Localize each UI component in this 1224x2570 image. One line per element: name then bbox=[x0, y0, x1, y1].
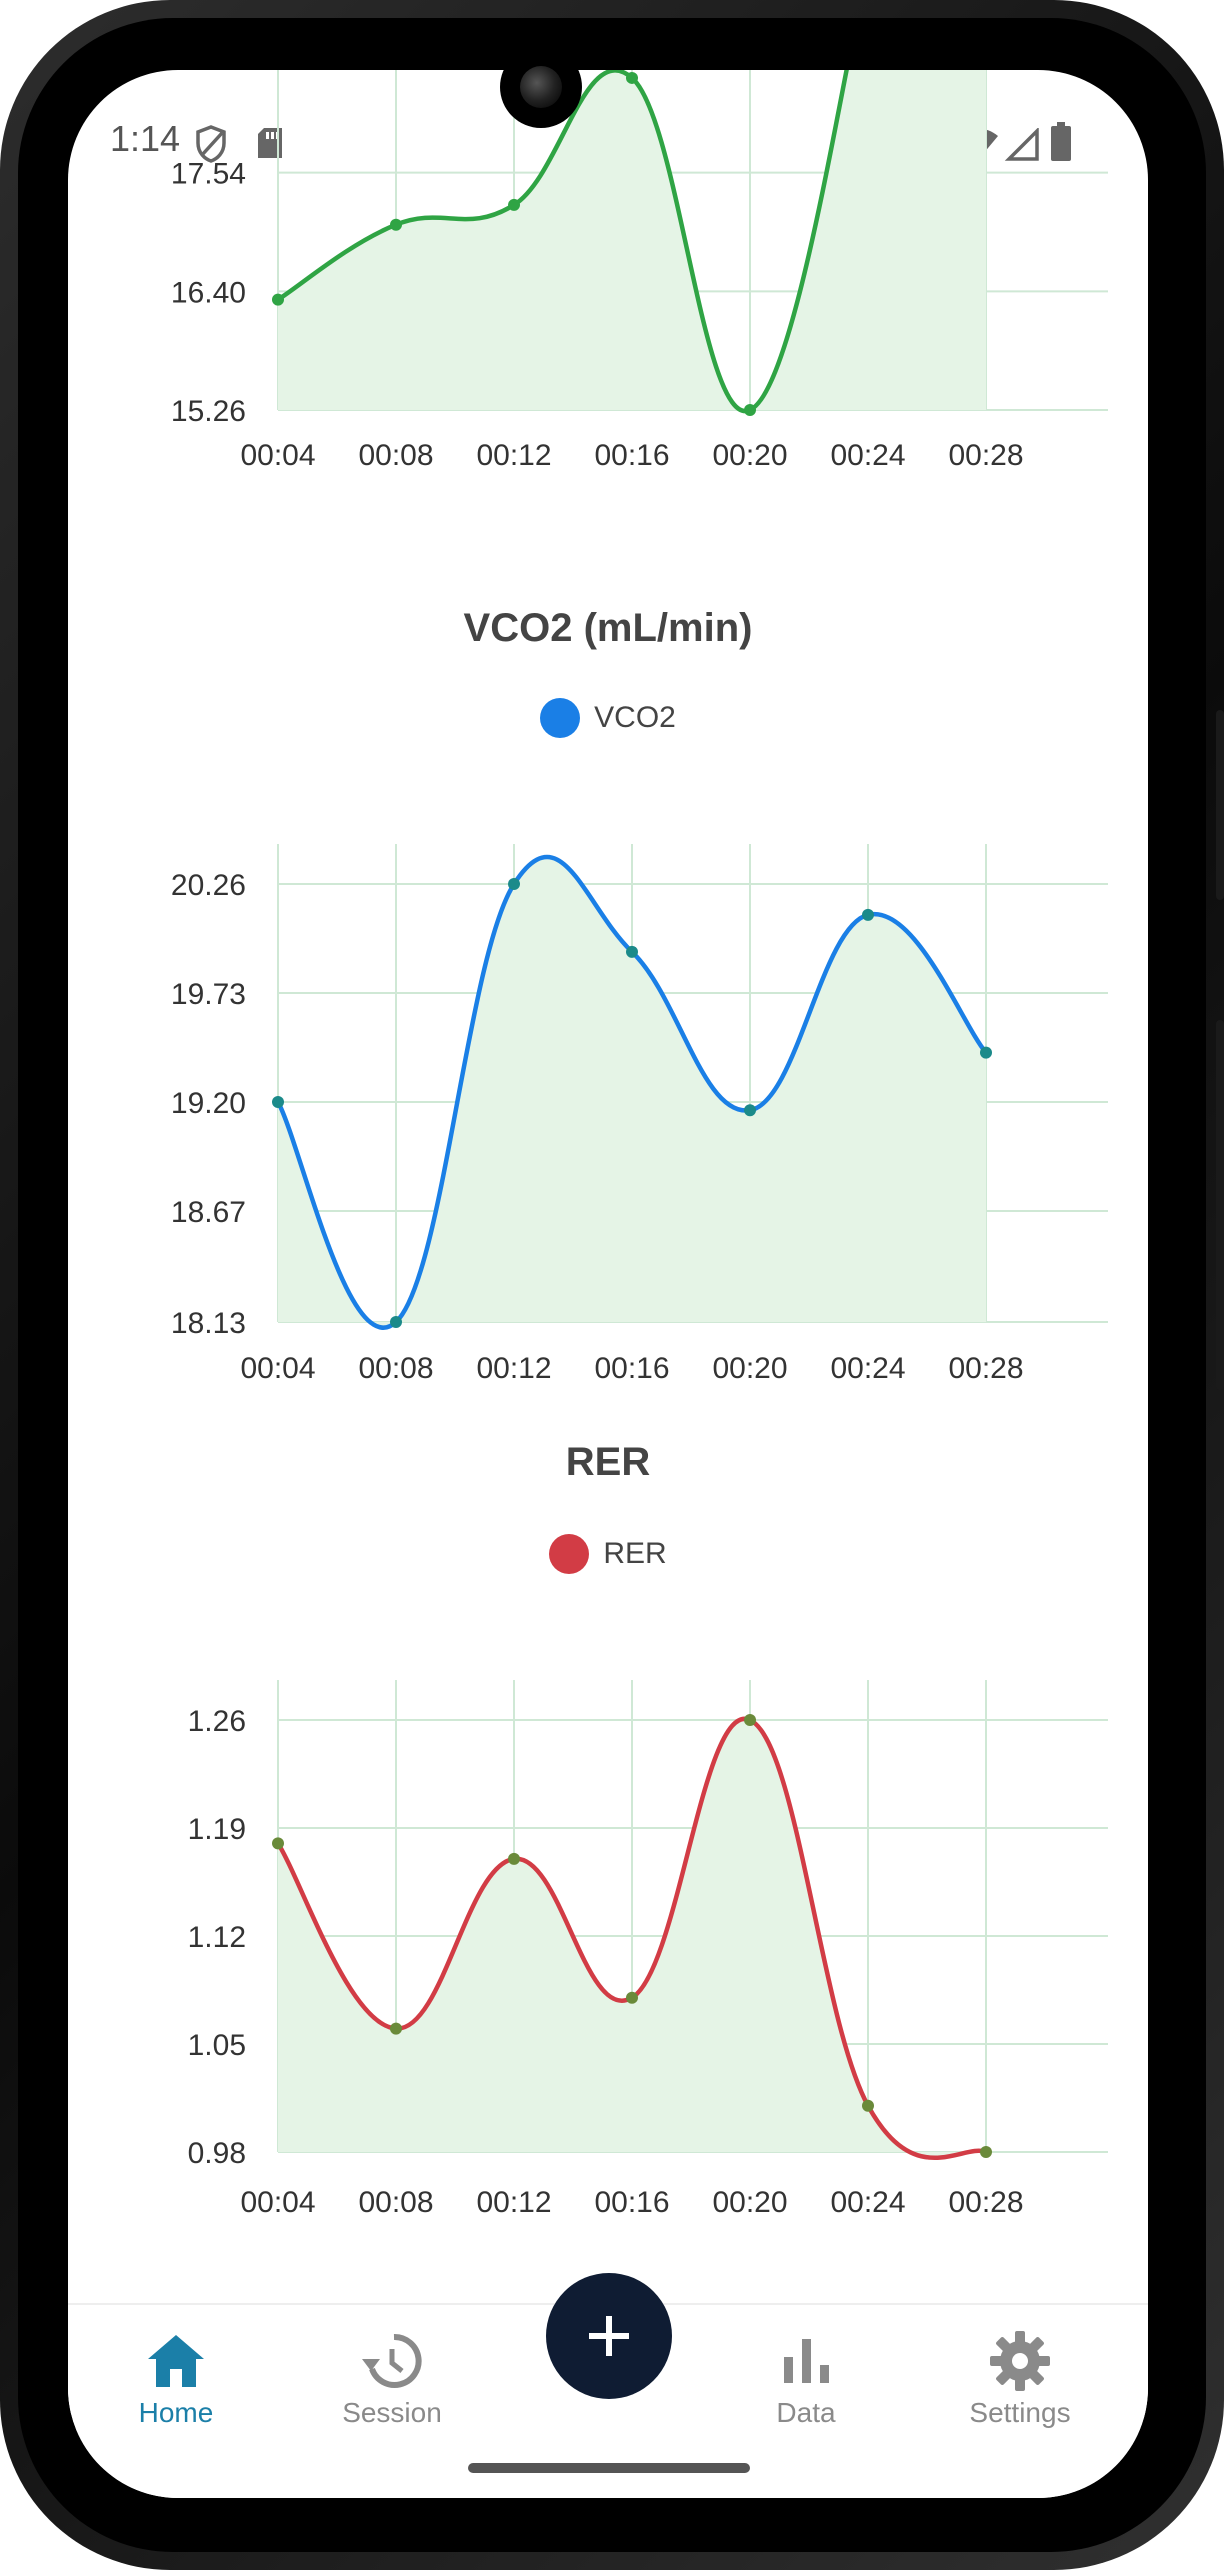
add-session-button[interactable] bbox=[546, 2273, 672, 2399]
front-camera bbox=[500, 46, 582, 128]
vo2-x-tick-label: 00:16 bbox=[594, 439, 669, 472]
nav-settings[interactable]: Settings bbox=[940, 2315, 1100, 2429]
vo2-x-tick-label: 00:24 bbox=[830, 439, 905, 472]
app-screen: 1:14 18.6817.5416.4015.2600:0400:0800:12… bbox=[68, 70, 1148, 2498]
vo2-x-tick-label: 00:04 bbox=[240, 439, 315, 472]
vco2-y-tick-label: 18.13 bbox=[171, 1307, 246, 1340]
vco2-data-point[interactable] bbox=[508, 878, 520, 890]
rer-data-point[interactable] bbox=[508, 1852, 520, 1865]
rer-y-tick-label: 1.12 bbox=[188, 1921, 246, 1954]
vo2-y-tick-label: 16.40 bbox=[171, 276, 246, 309]
bar-chart-icon bbox=[784, 2339, 829, 2383]
nav-home-label: Home bbox=[138, 2397, 214, 2428]
rer-data-point[interactable] bbox=[980, 2146, 992, 2158]
vo2-area-fill bbox=[278, 70, 986, 411]
history-icon bbox=[362, 2333, 422, 2388]
gear-icon bbox=[990, 2331, 1050, 2391]
power-button bbox=[1216, 1020, 1224, 1390]
vco2-x-tick-label: 00:04 bbox=[240, 1352, 315, 1385]
nav-session-label: Session bbox=[342, 2397, 442, 2428]
volume-button bbox=[1216, 710, 1224, 900]
vco2-x-tick-label: 00:08 bbox=[358, 1352, 433, 1385]
vco2-y-tick-label: 20.26 bbox=[171, 869, 246, 902]
vco2-x-tick-label: 00:20 bbox=[712, 1352, 787, 1385]
vco2-data-point[interactable] bbox=[980, 1046, 992, 1059]
rer-legend-label: RER bbox=[603, 1537, 667, 1570]
vco2-legend-swatch bbox=[540, 698, 581, 738]
vo2-x-tick-label: 00:28 bbox=[948, 439, 1023, 472]
nav-data-label: Data bbox=[776, 2397, 836, 2428]
rer-y-tick-label: 0.98 bbox=[188, 2137, 246, 2170]
vco2-chart-title: VCO2 (mL/min) bbox=[463, 606, 753, 650]
vo2-data-point[interactable] bbox=[390, 218, 402, 231]
vco2-x-tick-label: 00:12 bbox=[476, 1352, 551, 1385]
rer-legend-swatch bbox=[549, 1534, 590, 1574]
vo2-data-point[interactable] bbox=[272, 293, 284, 306]
rer-data-point[interactable] bbox=[744, 1714, 756, 1726]
rer-x-tick-label: 00:16 bbox=[594, 2186, 669, 2219]
vco2-data-point[interactable] bbox=[390, 1316, 402, 1328]
vo2-data-point[interactable] bbox=[744, 404, 756, 416]
rer-data-point[interactable] bbox=[390, 2022, 402, 2035]
vco2-y-tick-label: 19.20 bbox=[171, 1087, 246, 1120]
vco2-legend-label: VCO2 bbox=[594, 701, 676, 734]
vo2-x-tick-label: 00:20 bbox=[712, 439, 787, 472]
vco2-x-tick-label: 00:24 bbox=[830, 1352, 905, 1385]
rer-y-tick-label: 1.05 bbox=[188, 2029, 246, 2062]
rer-chart: 1.26 1.19 1.12 1.05 0.98 00:04 00:08 00:12 00:16… bbox=[188, 1680, 1108, 2219]
nav-home[interactable]: Home bbox=[96, 2315, 256, 2429]
nav-settings-label: Settings bbox=[969, 2397, 1071, 2428]
vco2-chart: 20.26 19.73 19.20 18.67 18.13 00:04 00:08 00:12… bbox=[171, 844, 1108, 1385]
home-icon bbox=[148, 2335, 204, 2387]
rer-data-point[interactable] bbox=[862, 2099, 874, 2112]
vo2-x-tick-label: 00:12 bbox=[476, 439, 551, 472]
rer-x-tick-label: 00:04 bbox=[240, 2186, 315, 2219]
rer-x-tick-label: 00:28 bbox=[948, 2186, 1023, 2219]
rer-data-point[interactable] bbox=[626, 1991, 638, 2004]
plus-icon bbox=[589, 2316, 629, 2356]
rer-data-point[interactable] bbox=[272, 1837, 284, 1850]
rer-legend[interactable]: RER bbox=[68, 1534, 1148, 1574]
rer-y-tick-label: 1.19 bbox=[188, 1813, 246, 1846]
vco2-data-point[interactable] bbox=[626, 945, 638, 958]
vco2-legend[interactable]: VCO2 bbox=[68, 698, 1148, 738]
rer-x-tick-label: 00:12 bbox=[476, 2186, 551, 2219]
vco2-y-tick-label: 18.67 bbox=[171, 1196, 246, 1229]
home-indicator[interactable] bbox=[468, 2463, 750, 2473]
vo2-y-tick-label: 17.54 bbox=[171, 158, 246, 191]
vco2-x-tick-label: 00:16 bbox=[594, 1352, 669, 1385]
vo2-x-tick-label: 00:08 bbox=[358, 439, 433, 472]
vco2-x-tick-label: 00:28 bbox=[948, 1352, 1023, 1385]
vo2-y-tick-label: 18.68 bbox=[171, 70, 246, 72]
vco2-data-point[interactable] bbox=[744, 1104, 756, 1117]
vo2-y-tick-label: 15.26 bbox=[171, 395, 246, 428]
vo2-data-point[interactable] bbox=[508, 198, 520, 211]
vco2-data-point[interactable] bbox=[862, 908, 874, 921]
vco2-y-tick-label: 19.73 bbox=[171, 978, 246, 1011]
rer-x-tick-label: 00:20 bbox=[712, 2186, 787, 2219]
vo2-chart: 18.68 17.54 16.40 15.26 00:04 00:08 00:12 00:16… bbox=[171, 70, 1108, 472]
rer-x-tick-label: 00:08 bbox=[358, 2186, 433, 2219]
rer-chart-title: RER bbox=[565, 1440, 651, 1484]
vo2-data-point[interactable] bbox=[626, 71, 638, 84]
nav-data[interactable]: Data bbox=[726, 2315, 886, 2429]
vco2-data-point[interactable] bbox=[272, 1095, 284, 1108]
rer-y-tick-label: 1.26 bbox=[188, 1705, 246, 1738]
rer-x-tick-label: 00:24 bbox=[830, 2186, 905, 2219]
nav-session[interactable]: Session bbox=[312, 2315, 472, 2429]
